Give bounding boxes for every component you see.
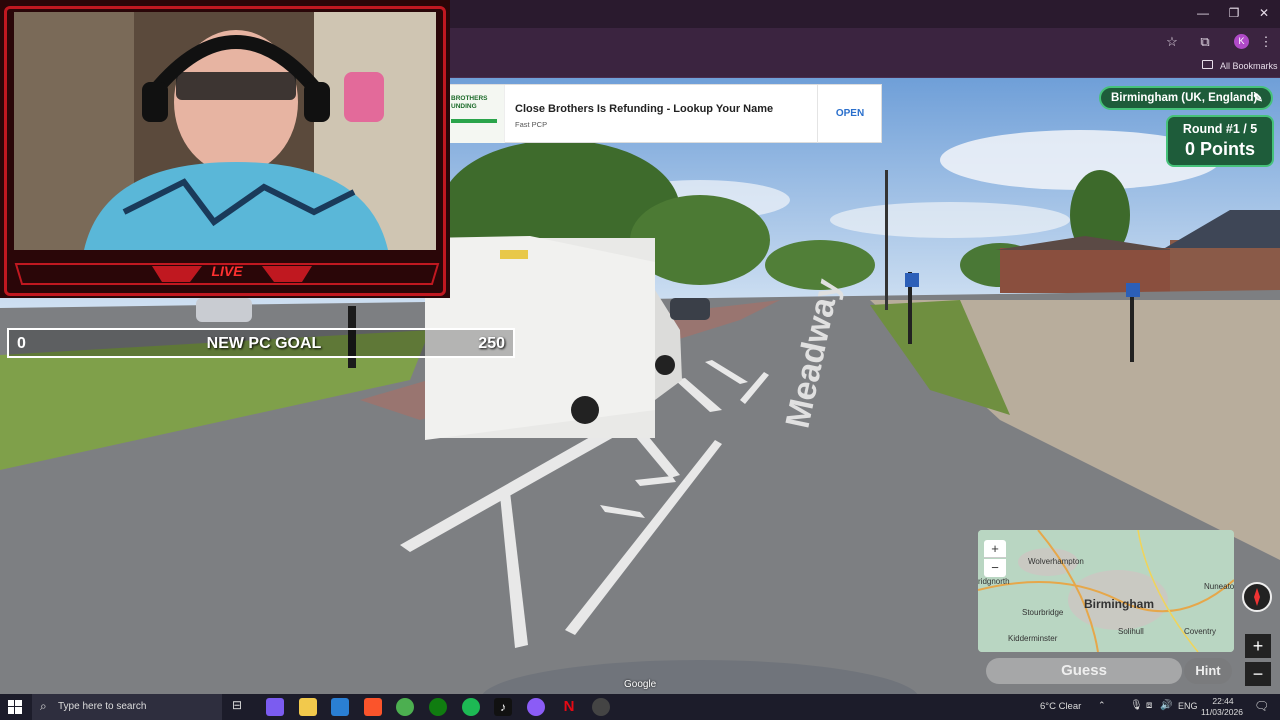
live-indicator: LIVE — [211, 263, 243, 279]
file-explorer-icon[interactable] — [299, 698, 317, 716]
hint-button[interactable]: Hint — [1184, 658, 1232, 684]
goal-target-value: 250 — [478, 335, 505, 352]
outlook-icon[interactable] — [331, 698, 349, 716]
streetview-zoom-in-button[interactable]: + — [1245, 634, 1271, 658]
notifications-icon[interactable]: 🗨 — [1254, 699, 1269, 713]
map-label-wolverhampton: Wolverhampton — [1028, 557, 1084, 566]
map-label-solihull: Solihull — [1118, 627, 1144, 636]
taskbar-search-placeholder: Type here to search — [58, 701, 147, 712]
extensions-icon[interactable]: ⧉ — [1196, 34, 1214, 50]
round-score-panel: Round #1 / 5 0 Points — [1166, 115, 1274, 167]
volume-icon[interactable]: 🔊 — [1160, 700, 1172, 711]
ad-thumbnail: BROTHERS UNDING — [449, 85, 505, 143]
all-bookmarks-link[interactable]: All Bookmarks — [1220, 61, 1278, 71]
ad-title[interactable]: Close Brothers Is Refunding - Lookup You… — [515, 103, 773, 115]
obs-icon[interactable] — [592, 698, 610, 716]
guess-button[interactable]: Guess — [986, 658, 1182, 684]
ad-source: Fast PCP — [515, 120, 548, 129]
weather-widget[interactable]: 6°C Clear — [1040, 701, 1081, 712]
webcam-overlay: LIVE — [0, 0, 450, 298]
map-zoom-in-button[interactable]: + — [984, 540, 1006, 558]
map-label-birmingham: Birmingham — [1084, 597, 1155, 611]
google-watermark: Google — [624, 679, 657, 690]
goal-start-value: 0 — [17, 335, 26, 352]
map-label-stourbridge: Stourbridge — [1022, 608, 1064, 617]
messenger-icon[interactable] — [527, 698, 545, 716]
folder-icon — [1202, 60, 1213, 69]
menu-icon[interactable]: ⋮ — [1257, 34, 1275, 50]
streetview-zoom-out-button[interactable]: − — [1245, 662, 1271, 686]
star-icon[interactable]: ☆ — [1163, 34, 1181, 50]
chrome-icon[interactable] — [396, 698, 414, 716]
map-label-nuneaton: Nuneato — [1204, 582, 1234, 591]
map-label-kidderminster: Kidderminster — [1008, 634, 1058, 643]
clock-date[interactable]: 11/03/2026 — [1198, 707, 1246, 717]
clock-time[interactable]: 22:44 — [1203, 696, 1243, 706]
pencil-icon[interactable]: ✎ — [1253, 88, 1263, 108]
round-counter: Round #1 / 5 — [1182, 122, 1258, 136]
xbox-icon[interactable] — [429, 698, 447, 716]
windows-taskbar: ⌕ Type here to search ⊟ ♪ N 6°C Clear ⌃ … — [0, 694, 1280, 720]
chevron-up-icon[interactable]: ⌃ — [1098, 700, 1106, 711]
goal-title: NEW PC GOAL — [206, 335, 322, 352]
webcam-border — [4, 6, 446, 296]
guess-map[interactable]: Wolverhampton Birmingham Stourbridge Sol… — [978, 530, 1234, 652]
ad-banner[interactable]: BROTHERS UNDING Close Brothers Is Refund… — [448, 84, 882, 143]
minimize-icon[interactable]: — — [1194, 6, 1212, 20]
profile-avatar[interactable]: K — [1234, 34, 1249, 49]
tiktok-icon[interactable]: ♪ — [494, 698, 512, 716]
language-indicator[interactable]: ENG — [1178, 701, 1198, 711]
restore-icon[interactable]: ❐ — [1225, 6, 1243, 20]
task-view-icon[interactable]: ⊟ — [232, 698, 250, 716]
map-label-coventry: Coventry — [1184, 627, 1217, 636]
map-zoom-out-button[interactable]: − — [984, 559, 1006, 577]
taskbar-search-box[interactable]: ⌕ Type here to search — [32, 694, 222, 720]
points-display: 0 Points — [1184, 139, 1255, 159]
copilot-icon[interactable] — [266, 698, 284, 716]
spotify-icon[interactable] — [462, 698, 480, 716]
location-label: Birmingham (UK, England) — [1111, 92, 1258, 104]
netflix-icon[interactable]: N — [560, 698, 578, 716]
stream-goal-bar: 0 NEW PC GOAL 250 — [7, 328, 515, 358]
compass-icon[interactable] — [1242, 582, 1272, 612]
microphone-icon[interactable]: 🎙 — [1130, 700, 1143, 711]
map-label-bridgnorth: ridgnorth — [978, 577, 1010, 586]
close-icon[interactable]: ✕ — [1255, 6, 1273, 20]
ad-thumbnail-bar — [451, 119, 497, 123]
screen: Meadway — ❐ ✕ ☆ ⧉ K ⋮ All Bookmarks BROT… — [0, 0, 1280, 720]
location-pill[interactable]: Birmingham (UK, England) ✎ — [1099, 86, 1273, 110]
network-icon[interactable]: ⧈ — [1146, 700, 1152, 711]
windows-start-icon[interactable] — [8, 700, 22, 714]
search-icon: ⌕ — [40, 699, 47, 713]
ad-thumbnail-text: BROTHERS UNDING — [451, 95, 488, 110]
ad-open-button[interactable]: OPEN — [817, 85, 882, 143]
brave-icon[interactable] — [364, 698, 382, 716]
